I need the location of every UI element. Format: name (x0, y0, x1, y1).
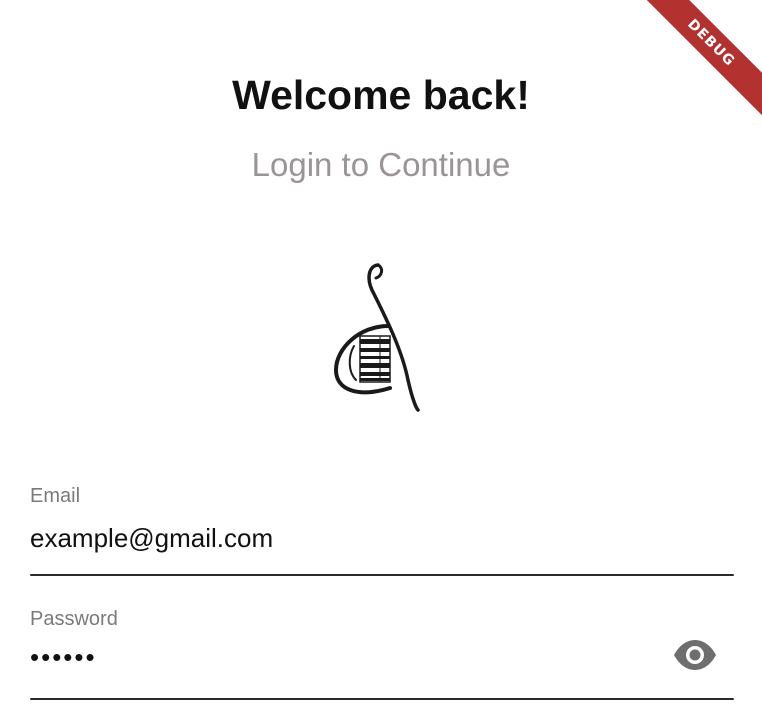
password-label: Password (30, 608, 118, 630)
page-title: Welcome back! (232, 72, 530, 118)
email-field[interactable]: Email example@gmail.com (30, 484, 734, 579)
email-label: Email (30, 485, 81, 507)
page-subtitle: Login to Continue (251, 146, 511, 183)
login-screen: DEBUG Welcome back! Login to Continue Em… (0, 0, 762, 717)
password-underline (30, 698, 734, 700)
password-input[interactable]: •••••• (30, 641, 734, 673)
treble-clef-piano-icon (330, 260, 425, 415)
email-input[interactable]: example@gmail.com (30, 522, 734, 554)
email-underline (30, 574, 734, 576)
password-field[interactable]: Password •••••• (30, 607, 734, 702)
eye-icon[interactable] (672, 639, 718, 671)
